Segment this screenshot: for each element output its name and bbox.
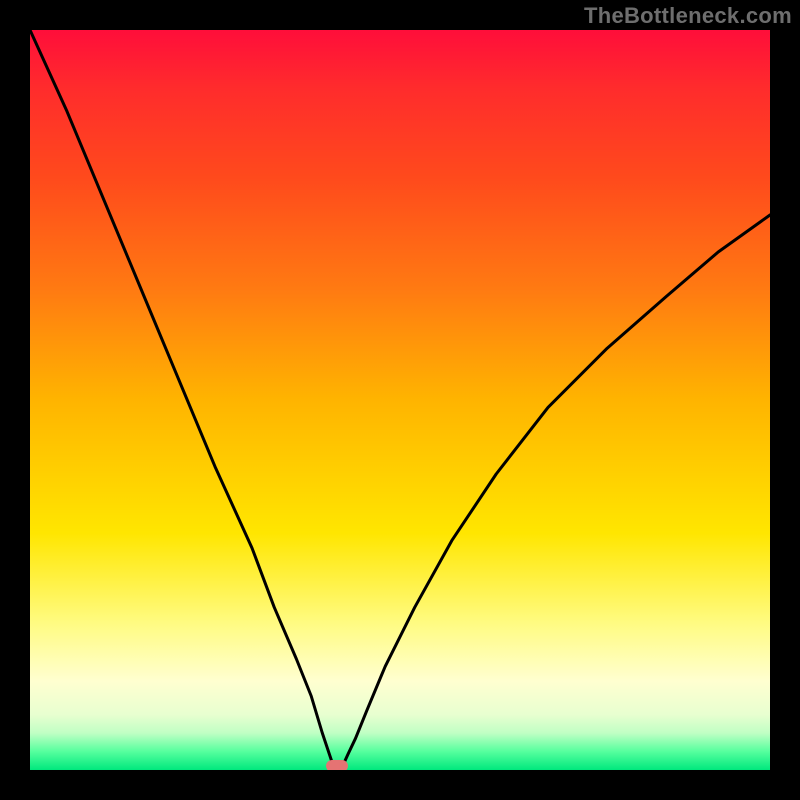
bottleneck-curve — [30, 30, 770, 770]
chart-frame: TheBottleneck.com — [0, 0, 800, 800]
optimal-point-marker — [326, 760, 348, 770]
watermark-text: TheBottleneck.com — [584, 3, 792, 29]
plot-area — [30, 30, 770, 770]
